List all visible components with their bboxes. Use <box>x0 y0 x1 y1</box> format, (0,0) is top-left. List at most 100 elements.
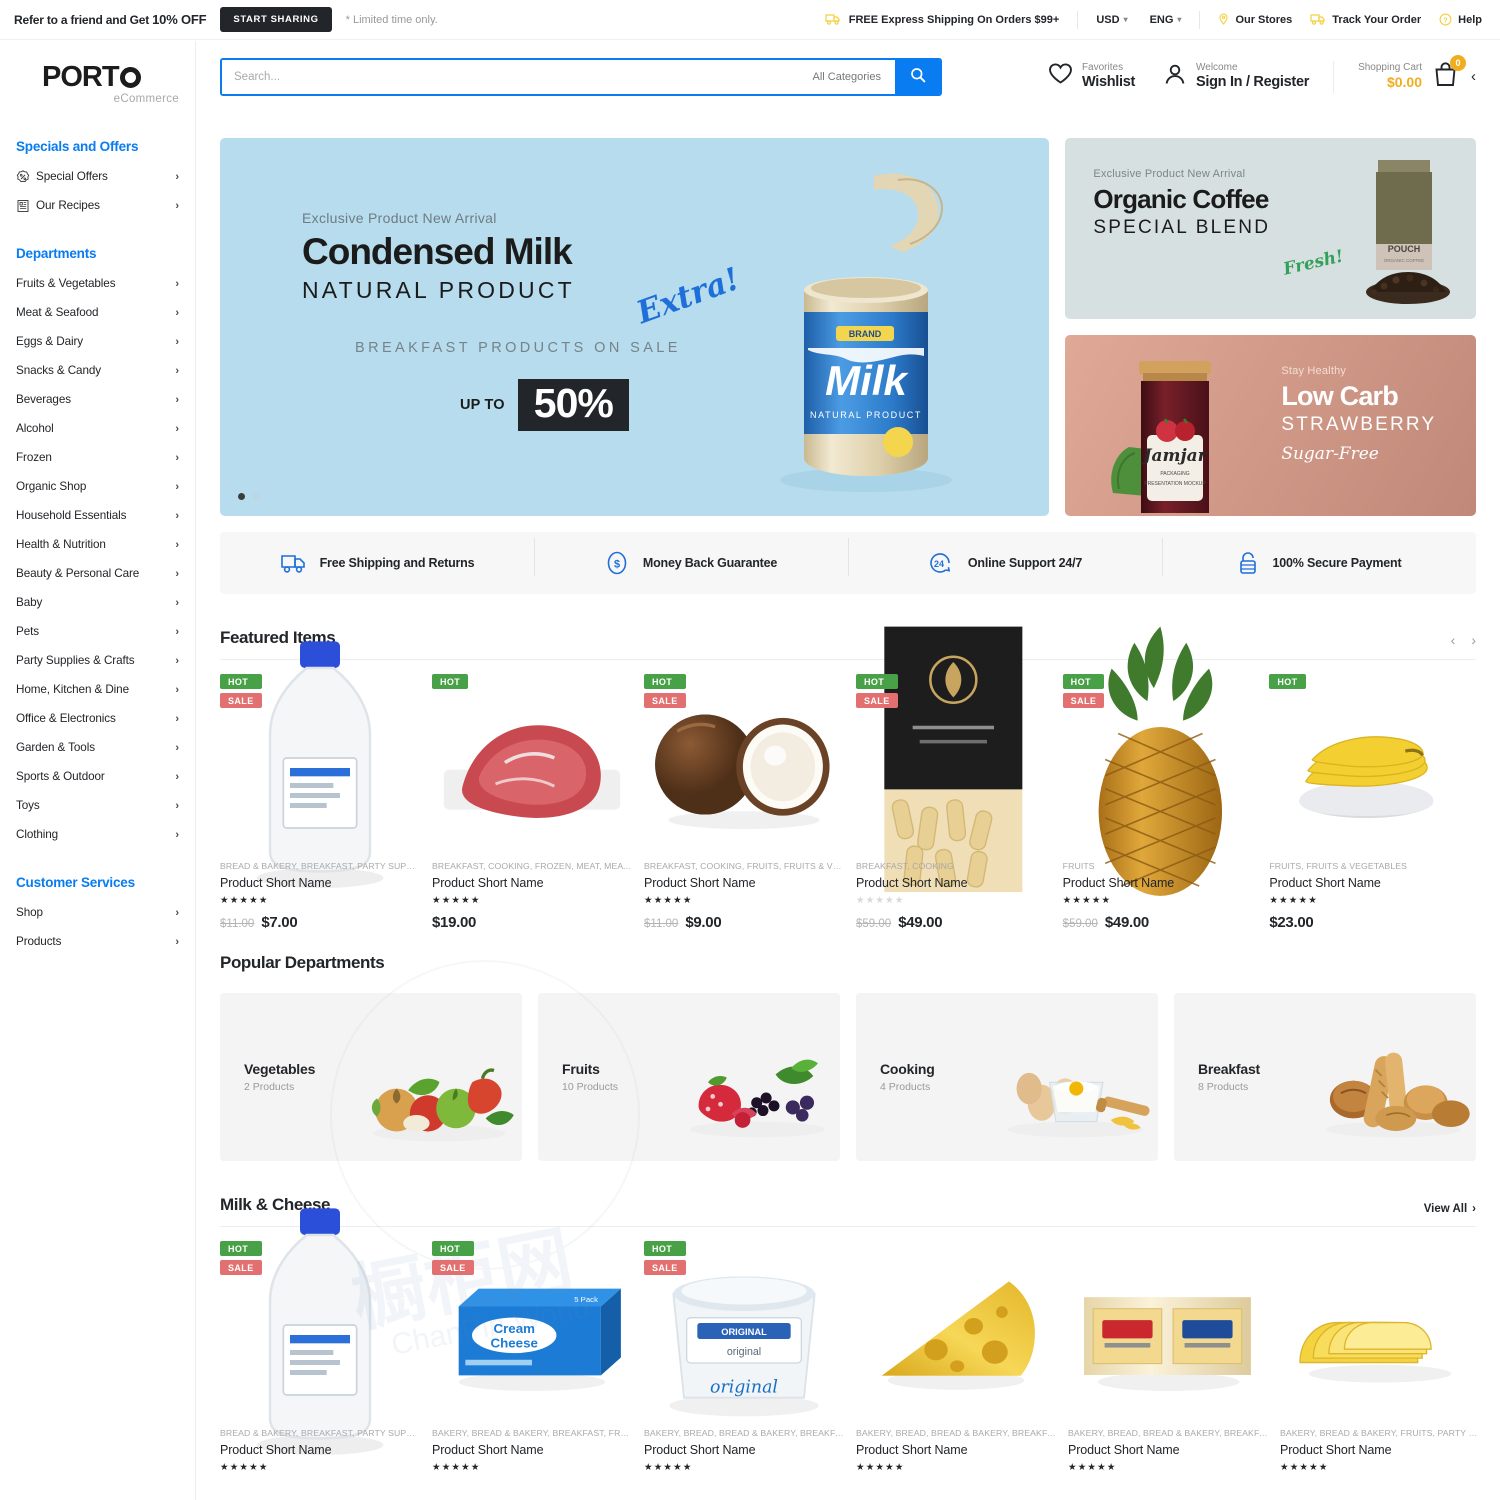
hero-carousel-dots[interactable] <box>238 493 260 500</box>
product-image[interactable] <box>1068 1241 1268 1416</box>
svg-text:PRESENTATION MOCKUP: PRESENTATION MOCKUP <box>1145 481 1207 487</box>
product-card[interactable]: BAKERY, BREAD & BAKERY, FRUITS, PARTY SU… <box>1280 1241 1492 1473</box>
view-all-link[interactable]: View All › <box>1424 1203 1476 1215</box>
sidebar-item-garden-tools[interactable]: Garden & Tools › <box>16 733 179 762</box>
sidebar-item-products[interactable]: Products › <box>16 927 179 956</box>
sidebar-item-snacks-candy[interactable]: Snacks & Candy › <box>16 356 179 385</box>
sidebar-item-household-essentials[interactable]: Household Essentials › <box>16 501 179 530</box>
product-name[interactable]: Product Short Name <box>432 1443 632 1457</box>
product-image[interactable] <box>432 674 632 849</box>
product-card[interactable]: BAKERY, BREAD, BREAD & BAKERY, BREAKFAST… <box>856 1241 1068 1473</box>
badge-sale: SALE <box>856 693 898 708</box>
product-badges: HOT <box>1269 674 1306 689</box>
product-card[interactable]: HOT BREAKFAST, COOKING, FROZEN, MEAT, MEA… <box>432 674 644 931</box>
product-name[interactable]: Product Short Name <box>1280 1443 1480 1457</box>
sidebar-item-toys[interactable]: Toys › <box>16 791 179 820</box>
site-header: All Categories Favorites Wishlist Welcom… <box>196 41 1500 112</box>
product-card[interactable]: HOT FRUITS, FRUITS & VEGETABLES Product Sh… <box>1269 674 1476 931</box>
product-categories: FRUITS, FRUITS & VEGETABLES <box>1269 861 1408 871</box>
product-name[interactable]: Product Short Name <box>1068 1443 1268 1457</box>
sidebar-item-our-recipes[interactable]: Our Recipes › <box>16 191 179 220</box>
product-name[interactable]: Product Short Name <box>432 876 632 890</box>
product-categories: BAKERY, BREAD, BREAD & BAKERY, BREAKFAST… <box>644 1428 844 1438</box>
topbar-left: Refer to a friend and Get 10% OFF START … <box>14 7 438 32</box>
product-card[interactable]: HOT SALE FRUITS Product Short Name ★★★★★ $59.… <box>1062 626 1270 931</box>
search-category-selector[interactable]: All Categories <box>807 60 895 94</box>
sidebar-item-sports-outdoor[interactable]: Sports & Outdoor › <box>16 762 179 791</box>
chevron-right-icon: › <box>1472 1203 1476 1215</box>
sidebar-item-label: Sports & Outdoor <box>16 770 105 783</box>
svg-text:Cream: Cream <box>493 1321 535 1336</box>
chevron-right-icon: › <box>175 741 179 754</box>
product-name[interactable]: Product Short Name <box>1269 876 1464 890</box>
our-stores-link[interactable]: Our Stores <box>1218 13 1292 26</box>
product-name[interactable]: Product Short Name <box>856 1443 1056 1457</box>
signin-link[interactable]: Welcome Sign In / Register <box>1163 62 1309 91</box>
product-name[interactable]: Product Short Name <box>644 1443 844 1457</box>
product-name[interactable]: Product Short Name <box>644 876 844 890</box>
department-card[interactable]: Breakfast 8 Products <box>1174 993 1476 1161</box>
department-card[interactable]: Fruits 10 Products <box>538 993 840 1161</box>
promo-organic-coffee[interactable]: Exclusive Product New Arrival Organic Co… <box>1065 138 1476 319</box>
product-image[interactable] <box>1269 674 1464 849</box>
language-selector[interactable]: ENG ▾ <box>1150 14 1182 26</box>
sidebar-item-office-electronics[interactable]: Office & Electronics › <box>16 704 179 733</box>
promo-low-carb-strawberry[interactable]: Stay Healthy Low Carb STRAWBERRY Sugar-F… <box>1065 335 1476 516</box>
product-rating: ★★★★★ <box>644 1462 693 1473</box>
search-input[interactable] <box>222 59 807 94</box>
department-card[interactable]: Vegetables 2 Products <box>220 993 522 1161</box>
carousel-next-icon[interactable]: › <box>1471 632 1476 648</box>
department-card[interactable]: Cooking 4 Products <box>856 993 1158 1161</box>
wishlist-link[interactable]: Favorites Wishlist <box>1048 62 1135 90</box>
sidebar-item-pets[interactable]: Pets › <box>16 617 179 646</box>
product-price: $49.00 <box>1104 914 1149 931</box>
sidebar-item-meat-seafood[interactable]: Meat & Seafood › <box>16 298 179 327</box>
logo[interactable]: PORT eCommerce <box>42 63 179 106</box>
product-prices: $59.00 $49.00 <box>856 914 1051 931</box>
sidebar-item-alcohol[interactable]: Alcohol › <box>16 414 179 443</box>
chevron-right-icon: › <box>175 364 179 377</box>
product-card[interactable]: HOT SALE Cream Cheese 5 Pack BAKERY, BREAD & … <box>432 1241 644 1473</box>
product-card[interactable]: BAKERY, BREAD, BREAD & BAKERY, BREAKFAST… <box>1068 1241 1280 1473</box>
sidebar-item-fruits-vegetables[interactable]: Fruits & Vegetables › <box>16 269 179 298</box>
product-card[interactable]: HOT SALE BREAKFAST, COOKING, FRUITS, FRUIT… <box>644 674 856 931</box>
truck-icon <box>825 13 841 26</box>
sidebar-item-shop[interactable]: Shop › <box>16 898 179 927</box>
help-link[interactable]: ? Help <box>1439 13 1482 26</box>
sidebar-item-beverages[interactable]: Beverages › <box>16 385 179 414</box>
milk-cheese-products-grid: HOT SALE BREAD & BAKERY, BREAKFAST, PARTY … <box>220 1208 1480 1473</box>
sidebar-item-party-supplies-crafts[interactable]: Party Supplies & Crafts › <box>16 646 179 675</box>
sidebar-item-baby[interactable]: Baby › <box>16 588 179 617</box>
carousel-dot-2[interactable] <box>253 493 260 500</box>
shopping-cart[interactable]: Shopping Cart $0.00 0 <box>1358 54 1466 93</box>
cart-collapse-icon[interactable]: ‹ <box>1471 68 1476 85</box>
product-prices: $11.00 $7.00 <box>220 914 420 931</box>
product-image[interactable] <box>1280 1241 1480 1416</box>
sidebar-item-home-kitchen-dine[interactable]: Home, Kitchen & Dine › <box>16 675 179 704</box>
hero-sale-block: BREAKFAST PRODUCTS ON SALE UP TO 50% <box>355 340 681 431</box>
carousel-prev-icon[interactable]: ‹ <box>1451 632 1456 648</box>
hero-banner-condensed-milk[interactable]: Exclusive Product New Arrival Condensed … <box>220 138 1050 516</box>
product-card[interactable]: HOT SALE BREAD & BAKERY, BREAKFAST, PARTY … <box>220 641 432 931</box>
hero-subtitle: NATURAL PRODUCT <box>302 276 575 303</box>
start-sharing-button[interactable]: START SHARING <box>220 7 332 32</box>
track-order-link[interactable]: Track Your Order <box>1310 13 1421 26</box>
sidebar-item-beauty-personal-care[interactable]: Beauty & Personal Care › <box>16 559 179 588</box>
product-card[interactable]: HOT SALE ORIGINAL original original BAKERY, B… <box>644 1241 856 1473</box>
svg-text:5 Pack: 5 Pack <box>574 1295 598 1304</box>
sidebar-item-clothing[interactable]: Clothing › <box>16 820 179 849</box>
divider <box>1333 60 1335 93</box>
product-card[interactable]: HOT SALE BREAKFAST, COOKING Product Short N… <box>856 626 1063 931</box>
sidebar-item-eggs-dairy[interactable]: Eggs & Dairy › <box>16 327 179 356</box>
sidebar-item-organic-shop[interactable]: Organic Shop › <box>16 472 179 501</box>
carousel-dot-1[interactable] <box>238 493 245 500</box>
sidebar-item-health-nutrition[interactable]: Health & Nutrition › <box>16 530 179 559</box>
badge-hot: HOT <box>220 674 262 689</box>
search-button[interactable] <box>895 59 940 94</box>
product-image[interactable] <box>856 1241 1056 1416</box>
sidebar-item-frozen[interactable]: Frozen › <box>16 443 179 472</box>
sidebar-item-special-offers[interactable]: Special Offers › <box>16 162 179 191</box>
currency-selector[interactable]: USD ▾ <box>1096 14 1127 26</box>
product-card[interactable]: HOT SALE BREAD & BAKERY, BREAKFAST, PARTY … <box>220 1208 432 1473</box>
product-old-price: $59.00 <box>856 918 892 930</box>
